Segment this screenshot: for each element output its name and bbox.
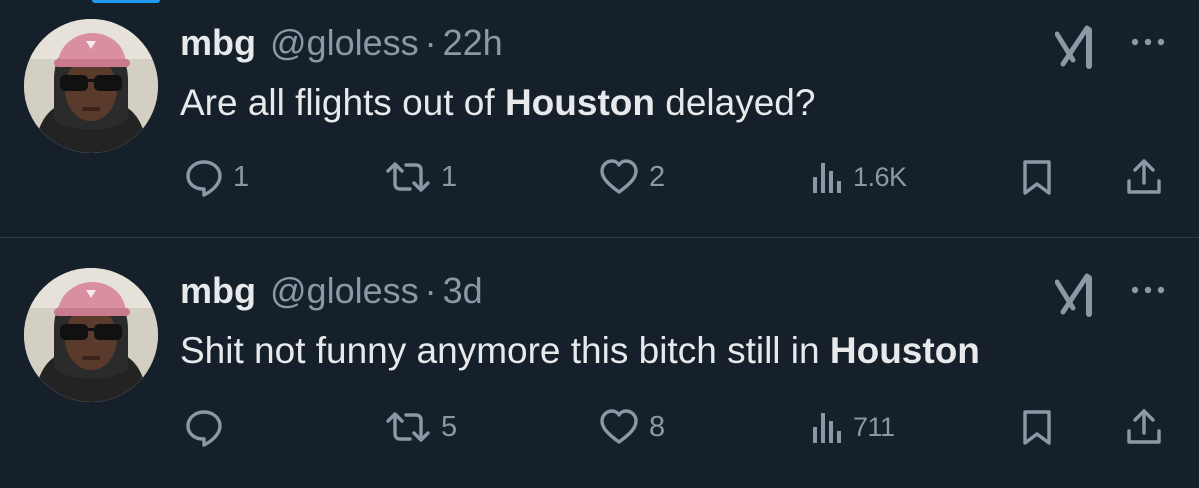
views-button[interactable]: 1.6K <box>810 152 907 202</box>
avatar-image <box>24 268 158 402</box>
avatar[interactable] <box>24 19 158 153</box>
tweet-text-highlight: Houston <box>829 330 980 371</box>
like-button[interactable]: 2 <box>598 152 665 202</box>
avatar[interactable] <box>24 268 158 402</box>
separator-dot: · <box>424 270 437 311</box>
like-count: 8 <box>649 410 666 443</box>
user-handle[interactable]: @gloless <box>270 22 419 64</box>
bookmark-button[interactable] <box>1020 152 1054 202</box>
share-button[interactable] <box>1124 152 1164 202</box>
retweet-button[interactable]: 5 <box>384 402 457 452</box>
tweet-text: Shit not funny anymore this bitch still … <box>180 330 980 372</box>
grok-icon <box>1054 273 1092 317</box>
timeline-feed: mbg @gloless · 22h Are all flights out o… <box>0 0 1199 488</box>
tweet[interactable]: mbg @gloless · 3d Shit not funny anymore… <box>0 238 1199 488</box>
grok-button[interactable] <box>1054 24 1099 70</box>
tweet-header: mbg @gloless · 22h <box>180 22 503 70</box>
grok-icon <box>1054 25 1092 69</box>
tweet[interactable]: mbg @gloless · 22h Are all flights out o… <box>0 0 1199 237</box>
separator-dot: · <box>424 22 437 63</box>
tweet-text: Are all flights out of Houston delayed? <box>180 82 815 124</box>
like-button[interactable]: 8 <box>598 402 665 452</box>
tweet-text-part: Are all flights out of <box>180 82 505 123</box>
tweet-header: mbg @gloless · 3d <box>180 270 483 318</box>
share-button[interactable] <box>1124 402 1164 452</box>
like-icon <box>600 409 638 444</box>
tweet-actions: 1 1 2 1.6K <box>0 152 1199 202</box>
tweet-text-part: Shit not funny anymore this bitch still … <box>180 330 830 371</box>
views-button[interactable]: 711 <box>810 402 895 452</box>
grok-button[interactable] <box>1054 272 1099 318</box>
bookmark-icon <box>1023 160 1051 195</box>
share-icon <box>1127 409 1161 444</box>
reply-button[interactable]: 1 <box>184 152 249 202</box>
display-name[interactable]: mbg <box>180 270 256 312</box>
retweet-button[interactable]: 1 <box>384 152 457 202</box>
user-handle[interactable]: @gloless <box>270 270 419 312</box>
reply-icon <box>186 410 222 447</box>
views-count: 1.6K <box>853 161 907 192</box>
avatar-image <box>24 19 158 153</box>
more-options-button[interactable] <box>1128 280 1168 300</box>
share-icon <box>1127 159 1161 194</box>
retweet-icon <box>386 412 430 442</box>
more-icon <box>1131 286 1165 294</box>
like-count: 2 <box>649 160 666 193</box>
reply-button[interactable] <box>184 402 233 452</box>
views-icon <box>813 413 841 443</box>
like-icon <box>600 159 638 194</box>
bookmark-icon <box>1023 410 1051 445</box>
timestamp[interactable]: 22h <box>443 22 503 64</box>
tweet-text-part: delayed? <box>654 82 816 123</box>
retweet-count: 5 <box>441 410 458 443</box>
timestamp[interactable]: 3d <box>443 270 483 312</box>
more-icon <box>1131 38 1165 46</box>
reply-count: 1 <box>233 160 250 193</box>
views-icon <box>813 163 841 193</box>
bookmark-button[interactable] <box>1020 402 1054 452</box>
tweet-text-highlight: Houston <box>504 82 655 123</box>
tweet-actions: 5 8 711 <box>0 402 1199 452</box>
retweet-icon <box>386 162 430 192</box>
views-count: 711 <box>853 411 895 442</box>
more-options-button[interactable] <box>1128 32 1168 52</box>
display-name[interactable]: mbg <box>180 22 256 64</box>
reply-icon <box>186 160 222 197</box>
retweet-count: 1 <box>441 160 458 193</box>
